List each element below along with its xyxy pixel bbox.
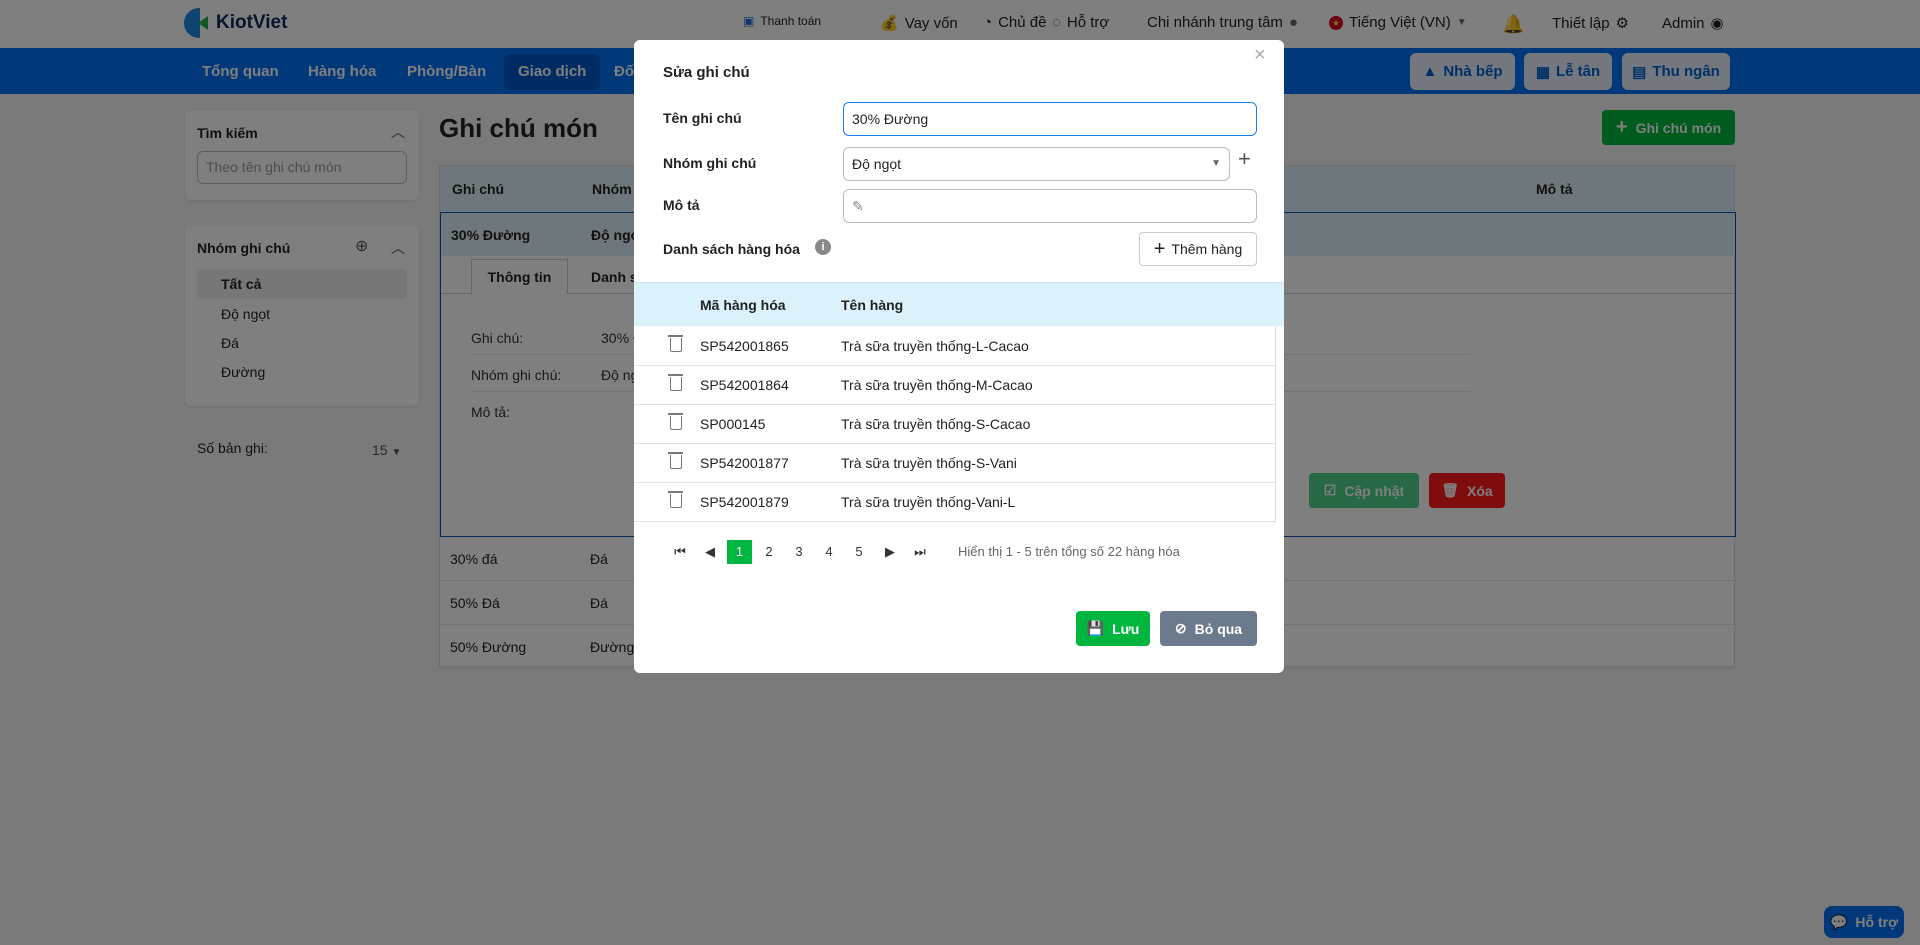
description-input[interactable]: ✎ bbox=[843, 189, 1257, 223]
cancel-button[interactable]: ⊘ Bỏ qua bbox=[1160, 611, 1257, 646]
item-code: SP542001879 bbox=[700, 494, 789, 510]
page-1[interactable]: 1 bbox=[727, 540, 752, 564]
last-page-icon[interactable]: ⏭ bbox=[910, 540, 930, 564]
page-4[interactable]: 4 bbox=[819, 540, 839, 564]
floppy-disk-icon: 💾 bbox=[1086, 620, 1105, 636]
item-row: SP542001879 Trà sữa truyền thống-Vani-L bbox=[634, 483, 1276, 522]
page-info: Hiển thị 1 - 5 trên tổng số 22 hàng hóa bbox=[958, 544, 1180, 559]
trash-icon[interactable] bbox=[668, 491, 683, 508]
items-table-header: Mã hàng hóa Tên hàng bbox=[634, 282, 1284, 326]
note-name-input[interactable]: 30% Đường bbox=[843, 102, 1257, 136]
caret-down-icon: ▼ bbox=[1211, 158, 1221, 169]
page-5[interactable]: 5 bbox=[849, 540, 869, 564]
add-group-plus-icon[interactable]: + bbox=[1238, 146, 1251, 172]
item-name: Trà sữa truyền thống-S-Vani bbox=[841, 455, 1017, 471]
add-item-button[interactable]: + Thêm hàng bbox=[1139, 232, 1257, 266]
close-icon[interactable]: × bbox=[1254, 44, 1266, 67]
page-2[interactable]: 2 bbox=[759, 540, 779, 564]
next-page-icon[interactable]: ▶ bbox=[880, 540, 900, 564]
modal-title: Sửa ghi chú bbox=[663, 64, 750, 81]
item-row: SP542001865 Trà sữa truyền thống-L-Cacao bbox=[634, 327, 1276, 366]
note-group-select[interactable]: Độ ngọt ▼ bbox=[843, 147, 1230, 181]
item-row: SP542001877 Trà sữa truyền thống-S-Vani bbox=[634, 444, 1276, 483]
info-icon[interactable]: i bbox=[815, 239, 831, 255]
prev-page-icon[interactable]: ◀ bbox=[700, 540, 720, 564]
ban-icon: ⊘ bbox=[1174, 620, 1187, 636]
item-code: SP000145 bbox=[700, 416, 766, 432]
item-code: SP542001865 bbox=[700, 338, 789, 354]
save-button[interactable]: 💾 Lưu bbox=[1076, 611, 1150, 646]
item-name: Trà sữa truyền thống-M-Cacao bbox=[841, 377, 1033, 393]
first-page-icon[interactable]: ⏮ bbox=[670, 540, 690, 564]
trash-icon[interactable] bbox=[668, 413, 683, 430]
item-name: Trà sữa truyền thống-Vani-L bbox=[841, 494, 1016, 510]
item-name: Trà sữa truyền thống-S-Cacao bbox=[841, 416, 1031, 432]
edit-note-modal: Sửa ghi chú × Tên ghi chú 30% Đường Nhóm… bbox=[634, 40, 1284, 673]
item-row: SP542001864 Trà sữa truyền thống-M-Cacao bbox=[634, 366, 1276, 405]
trash-icon[interactable] bbox=[668, 374, 683, 391]
item-row: SP000145 Trà sữa truyền thống-S-Cacao bbox=[634, 405, 1276, 444]
item-code: SP542001864 bbox=[700, 377, 789, 393]
item-code: SP542001877 bbox=[700, 455, 789, 471]
plus-icon: + bbox=[1153, 237, 1166, 260]
trash-icon[interactable] bbox=[668, 335, 683, 352]
item-name: Trà sữa truyền thống-L-Cacao bbox=[841, 338, 1029, 354]
pencil-icon: ✎ bbox=[852, 198, 864, 214]
trash-icon[interactable] bbox=[668, 452, 683, 469]
page-3[interactable]: 3 bbox=[789, 540, 809, 564]
